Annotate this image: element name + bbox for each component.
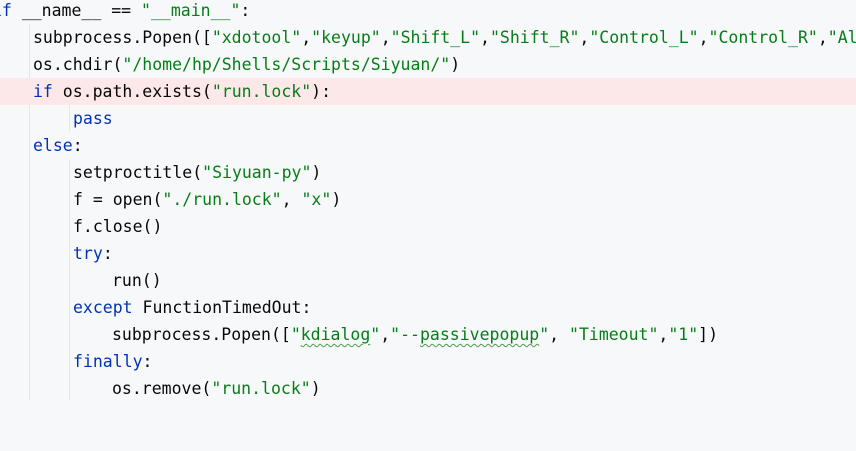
code-token: , (579, 28, 590, 47)
code-token: " (290, 325, 301, 344)
code-token: setproctitle( (73, 163, 203, 182)
code-token: os.chdir( (33, 55, 123, 74)
code-editor[interactable]: if __name__ == "__main__":subprocess.Pop… (0, 0, 856, 451)
code-token: subprocess.Popen([ (33, 28, 212, 47)
code-token: if (33, 82, 53, 101)
code-token: , (549, 325, 570, 344)
code-text: setproctitle("Siyuan-py") (73, 159, 321, 186)
code-token: ): (311, 82, 332, 101)
code-text: f.close() (73, 213, 162, 240)
code-token: "Timeout" (569, 325, 659, 344)
code-line[interactable]: finally: (0, 348, 856, 375)
code-token: : (72, 136, 83, 155)
code-token: "Al (827, 28, 856, 47)
code-token: os.remove( (112, 379, 212, 398)
code-token: passivepopup (419, 325, 540, 344)
code-token: "__main__" (141, 1, 241, 20)
code-text: f = open("./run.lock", "x") (73, 186, 341, 213)
code-text: if os.path.exists("run.lock"): (33, 78, 331, 105)
code-text: subprocess.Popen(["kdialog","--passivepo… (112, 321, 718, 348)
code-token: if (0, 1, 12, 20)
code-token: " (539, 325, 550, 344)
code-token: , (817, 28, 828, 47)
code-text: pass (73, 105, 113, 132)
code-text: finally: (73, 348, 152, 375)
code-token: , (301, 28, 312, 47)
code-token: ) (310, 379, 321, 398)
code-token: , (658, 325, 669, 344)
code-line[interactable]: try: (0, 240, 856, 267)
code-line[interactable]: if os.path.exists("run.lock"): (0, 78, 856, 105)
code-token: , (698, 28, 709, 47)
code-line[interactable]: setproctitle("Siyuan-py") (0, 159, 856, 186)
code-token: "Shift_R" (489, 28, 580, 47)
code-token: os.path.exists( (52, 82, 212, 101)
code-text: except FunctionTimedOut: (73, 294, 311, 321)
code-line[interactable]: os.chdir("/home/hp/Shells/Scripts/Siyuan… (0, 51, 856, 78)
code-line[interactable]: subprocess.Popen(["kdialog","--passivepo… (0, 321, 856, 348)
code-token: , (480, 28, 490, 47)
code-line[interactable]: else: (0, 132, 856, 159)
code-token: : (142, 352, 153, 371)
code-token: "./run.lock" (162, 190, 282, 209)
code-token: subprocess.Popen([ (112, 325, 291, 344)
code-token: f.close() (73, 217, 163, 236)
code-line[interactable]: f.close() (0, 213, 856, 240)
code-line[interactable]: os.remove("run.lock") (0, 375, 856, 402)
code-token: ) (331, 190, 342, 209)
code-text: os.chdir("/home/hp/Shells/Scripts/Siyuan… (33, 51, 460, 78)
code-text: if __name__ == "__main__": (0, 0, 250, 24)
code-token: "Control_R" (708, 28, 818, 47)
code-token: "Siyuan-py" (202, 163, 312, 182)
code-line[interactable]: subprocess.Popen(["xdotool","keyup","Shi… (0, 24, 856, 51)
code-text: try: (73, 240, 113, 267)
code-token: pass (73, 109, 113, 128)
code-token: , (380, 325, 391, 344)
code-token: "run.lock" (211, 379, 311, 398)
code-token: finally (73, 352, 143, 371)
code-token: "-- (390, 325, 420, 344)
code-token: "1" (668, 325, 699, 344)
code-token: == (101, 1, 142, 20)
code-token: " (370, 325, 381, 344)
code-line[interactable]: f = open("./run.lock", "x") (0, 186, 856, 213)
code-line[interactable]: except FunctionTimedOut: (0, 294, 856, 321)
code-token: run() (112, 271, 162, 290)
code-token: except (73, 298, 133, 317)
code-token: kdialog (300, 325, 371, 344)
code-token: "/home/hp/Shells/Scripts/Siyuan/" (122, 55, 451, 74)
code-text: os.remove("run.lock") (112, 375, 321, 402)
code-text: run() (112, 267, 162, 294)
code-line[interactable]: pass (0, 105, 856, 132)
code-token: : (102, 244, 113, 263)
code-token: "Control_L" (589, 28, 699, 47)
code-token: "keyup" (311, 28, 381, 47)
code-token: , (281, 190, 302, 209)
code-token: ]) (698, 325, 719, 344)
code-token: FunctionTimedOut: (132, 298, 312, 317)
code-token: "run.lock" (211, 82, 312, 101)
code-token: f = open( (73, 190, 163, 209)
code-token: __name__ (21, 1, 102, 20)
code-token: , (380, 28, 391, 47)
code-token: ) (450, 55, 461, 74)
code-token: "xdotool" (211, 28, 302, 47)
code-line[interactable]: if __name__ == "__main__": (0, 0, 856, 24)
code-token: "Shift_L" (390, 28, 481, 47)
code-token: : (240, 1, 251, 20)
code-text: subprocess.Popen(["xdotool","keyup","Shi… (33, 24, 856, 51)
code-token: ) (311, 163, 322, 182)
code-line[interactable]: run() (0, 267, 856, 294)
code-token: "x" (301, 190, 332, 209)
code-token: try (73, 244, 103, 263)
code-token: else (33, 136, 73, 155)
code-text: else: (33, 132, 83, 159)
